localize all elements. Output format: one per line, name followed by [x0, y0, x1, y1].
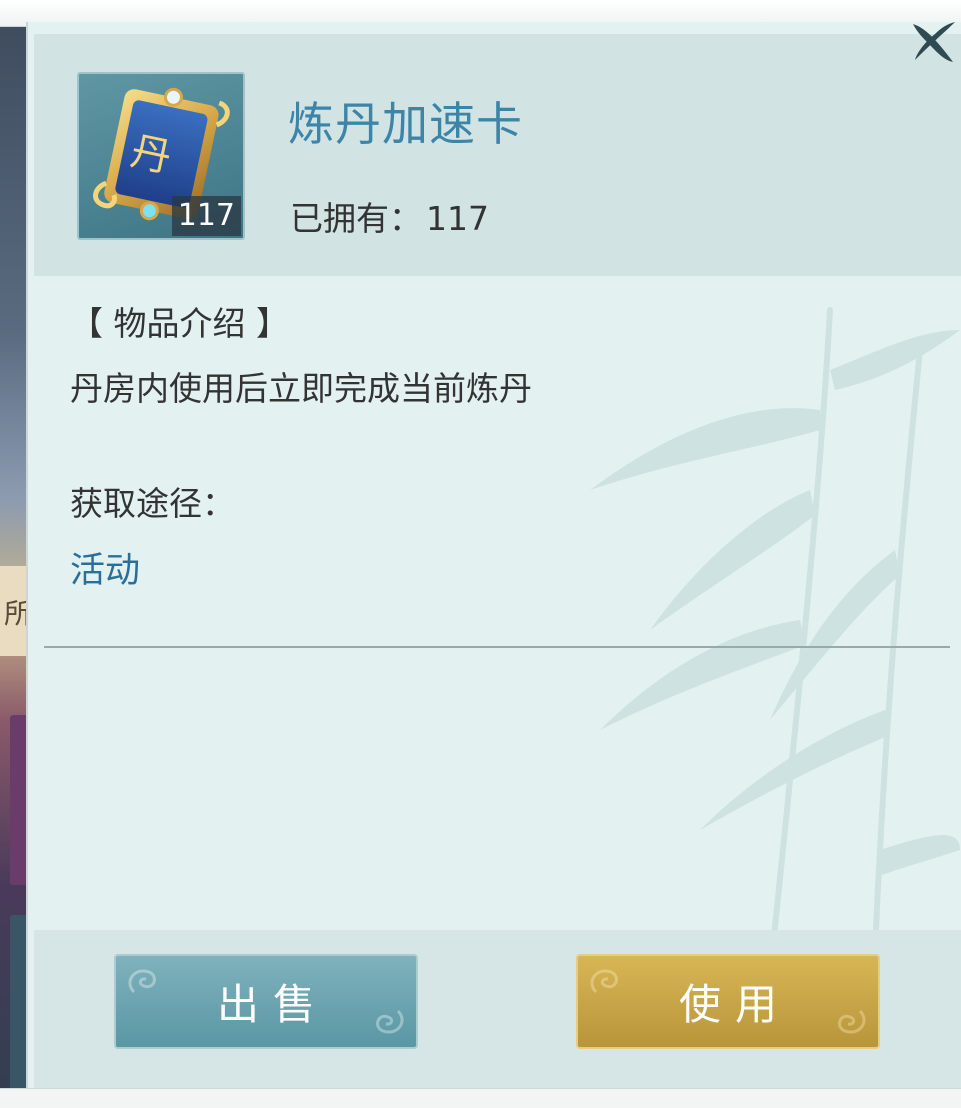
divider — [44, 646, 950, 648]
owned-label: 已拥有： — [290, 199, 422, 238]
sell-button-label: 出售 — [216, 980, 329, 1029]
use-button[interactable]: 使用 — [576, 954, 880, 1049]
source-heading: 获取途径： — [70, 484, 235, 523]
cloud-swirl-icon — [128, 969, 156, 994]
owned-value: 117 — [426, 199, 489, 238]
owned-count: 已拥有： 117 — [290, 192, 489, 240]
intro-heading: 【 物品介绍 】 — [70, 304, 289, 343]
cloud-swirl-icon — [838, 1009, 866, 1034]
use-button-label: 使用 — [678, 980, 791, 1029]
item-name: 炼丹加速卡 — [288, 97, 523, 151]
item-count-badge: 117 — [171, 196, 241, 236]
close-icon[interactable] — [905, 14, 961, 70]
item-icon-frame[interactable]: 丹 117 — [77, 72, 245, 240]
sell-button[interactable]: 出售 — [114, 954, 418, 1049]
cloud-swirl-icon — [376, 1009, 404, 1034]
source-link-activity[interactable]: 活动 — [70, 542, 140, 593]
cloud-swirl-icon — [590, 969, 618, 994]
item-description: 丹房内使用后立即完成当前炼丹 — [70, 369, 532, 408]
bottom-border — [0, 1088, 961, 1108]
